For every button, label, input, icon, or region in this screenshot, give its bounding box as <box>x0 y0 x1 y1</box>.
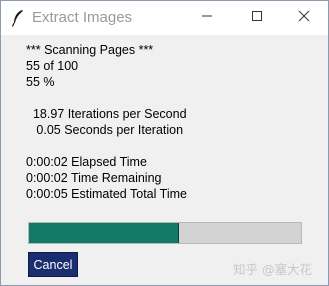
feather-icon <box>10 9 26 27</box>
seconds-per-iteration: 0.05 Seconds per Iteration <box>26 123 184 137</box>
progress-fill <box>29 223 179 243</box>
maximize-button[interactable] <box>234 5 280 31</box>
title-bar[interactable]: Extract Images <box>1 1 328 35</box>
time-remaining: 0:00:02 Time Remaining <box>26 171 162 185</box>
window-title: Extract Images <box>32 9 133 26</box>
page-count: 55 of 100 <box>26 59 79 73</box>
progress-bar <box>28 222 302 244</box>
minimize-icon <box>201 9 213 27</box>
app-window: Extract Images *** Scanning Pages *** 55… <box>0 0 329 286</box>
elapsed-time: 0:00:02 Elapsed Time <box>26 155 147 169</box>
status-header: *** Scanning Pages *** <box>26 43 154 57</box>
maximize-icon <box>251 9 263 27</box>
content-area: *** Scanning Pages *** 55 of 100 55 % 18… <box>1 35 328 285</box>
iteration-rate: 18.97 Iterations per Second <box>26 107 187 121</box>
percent-text: 55 % <box>26 75 55 89</box>
close-icon <box>298 9 310 27</box>
cancel-button[interactable]: Cancel <box>28 252 78 277</box>
estimated-total-time: 0:00:05 Estimated Total Time <box>26 187 187 201</box>
close-button[interactable] <box>281 5 327 31</box>
watermark: 知乎 @塞大花 <box>233 262 312 277</box>
minimize-button[interactable] <box>184 5 230 31</box>
